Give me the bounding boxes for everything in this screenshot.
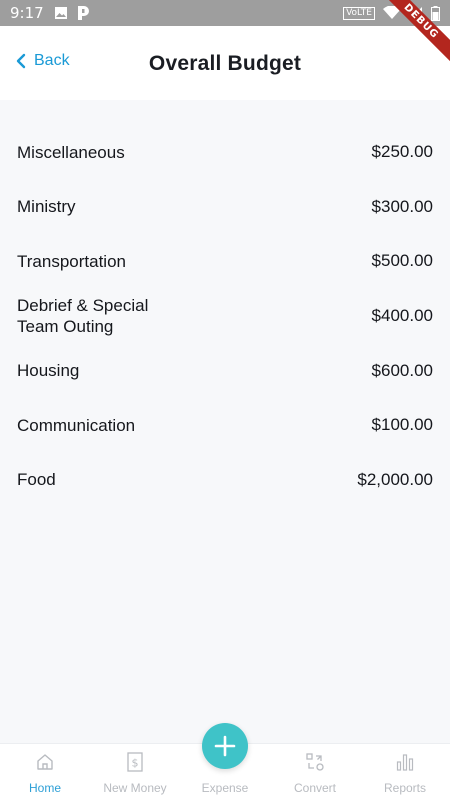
add-expense-button[interactable] — [202, 723, 248, 769]
budget-row[interactable]: Debrief & Special Team Outing $400.00 — [0, 289, 450, 344]
budget-category-name: Debrief & Special Team Outing — [17, 296, 149, 337]
svg-text:$: $ — [132, 757, 139, 770]
budget-category-name: Communication — [17, 415, 136, 435]
chevron-left-icon — [16, 53, 26, 69]
budget-row[interactable]: Housing $600.00 — [0, 343, 450, 398]
app-bar: Back Overall Budget — [0, 26, 450, 100]
nav-reports[interactable]: Reports — [360, 744, 450, 800]
budget-row[interactable]: Communication $100.00 — [0, 398, 450, 453]
nav-convert-label: Convert — [293, 781, 337, 795]
convert-icon — [306, 753, 324, 771]
budget-row[interactable]: Ministry $300.00 — [0, 180, 450, 235]
nav-reports-label: Reports — [383, 781, 427, 795]
budget-category-name: Ministry — [17, 197, 76, 217]
volte-badge: VoLTE — [343, 6, 375, 20]
signal-icon — [410, 7, 422, 19]
nav-new-money-label: New Money — [103, 781, 167, 795]
battery-icon — [431, 5, 440, 21]
budget-amount: $300.00 — [371, 196, 433, 216]
wifi-icon — [383, 6, 401, 19]
plus-icon — [214, 735, 236, 757]
budget-amount: $400.00 — [371, 306, 433, 326]
dollar-receipt-icon: $ — [127, 752, 143, 772]
convert-icon-wrap — [305, 751, 325, 773]
notification-icons — [54, 5, 90, 21]
budget-amount: $500.00 — [371, 251, 433, 271]
status-time: 9:17 — [10, 4, 44, 22]
nav-new-money[interactable]: $ New Money — [90, 744, 180, 800]
budget-category-name: Housing — [17, 361, 80, 381]
budget-list: Miscellaneous $250.00 Ministry $300.00 T… — [0, 125, 450, 507]
bar-chart-icon — [396, 754, 414, 771]
reports-icon-wrap — [396, 751, 414, 773]
budget-amount: $600.00 — [371, 360, 433, 380]
budget-row[interactable]: Transportation $500.00 — [0, 234, 450, 289]
back-button[interactable]: Back — [16, 52, 70, 70]
nav-home[interactable]: Home — [0, 744, 90, 800]
p-app-icon — [77, 6, 89, 20]
back-label: Back — [34, 52, 70, 69]
image-icon — [54, 7, 67, 19]
budget-category-name: Food — [17, 470, 56, 490]
budget-category-name: Miscellaneous — [17, 142, 125, 162]
status-bar: 9:17 VoLTE — [0, 0, 450, 26]
nav-home-label: Home — [28, 781, 61, 795]
budget-amount: $2,000.00 — [357, 469, 433, 489]
home-icon — [37, 754, 53, 770]
home-icon-wrap — [36, 751, 54, 773]
system-icons: VoLTE — [343, 5, 440, 21]
budget-amount: $100.00 — [371, 415, 433, 435]
budget-row[interactable]: Miscellaneous $250.00 — [0, 125, 450, 180]
budget-row[interactable]: Food $2,000.00 — [0, 453, 450, 508]
budget-amount: $250.00 — [371, 142, 433, 162]
budget-category-name: Transportation — [17, 251, 126, 271]
nav-convert[interactable]: Convert — [270, 744, 360, 800]
nav-expense-label: Expense — [201, 781, 249, 795]
dollar-icon-wrap: $ — [127, 751, 143, 773]
